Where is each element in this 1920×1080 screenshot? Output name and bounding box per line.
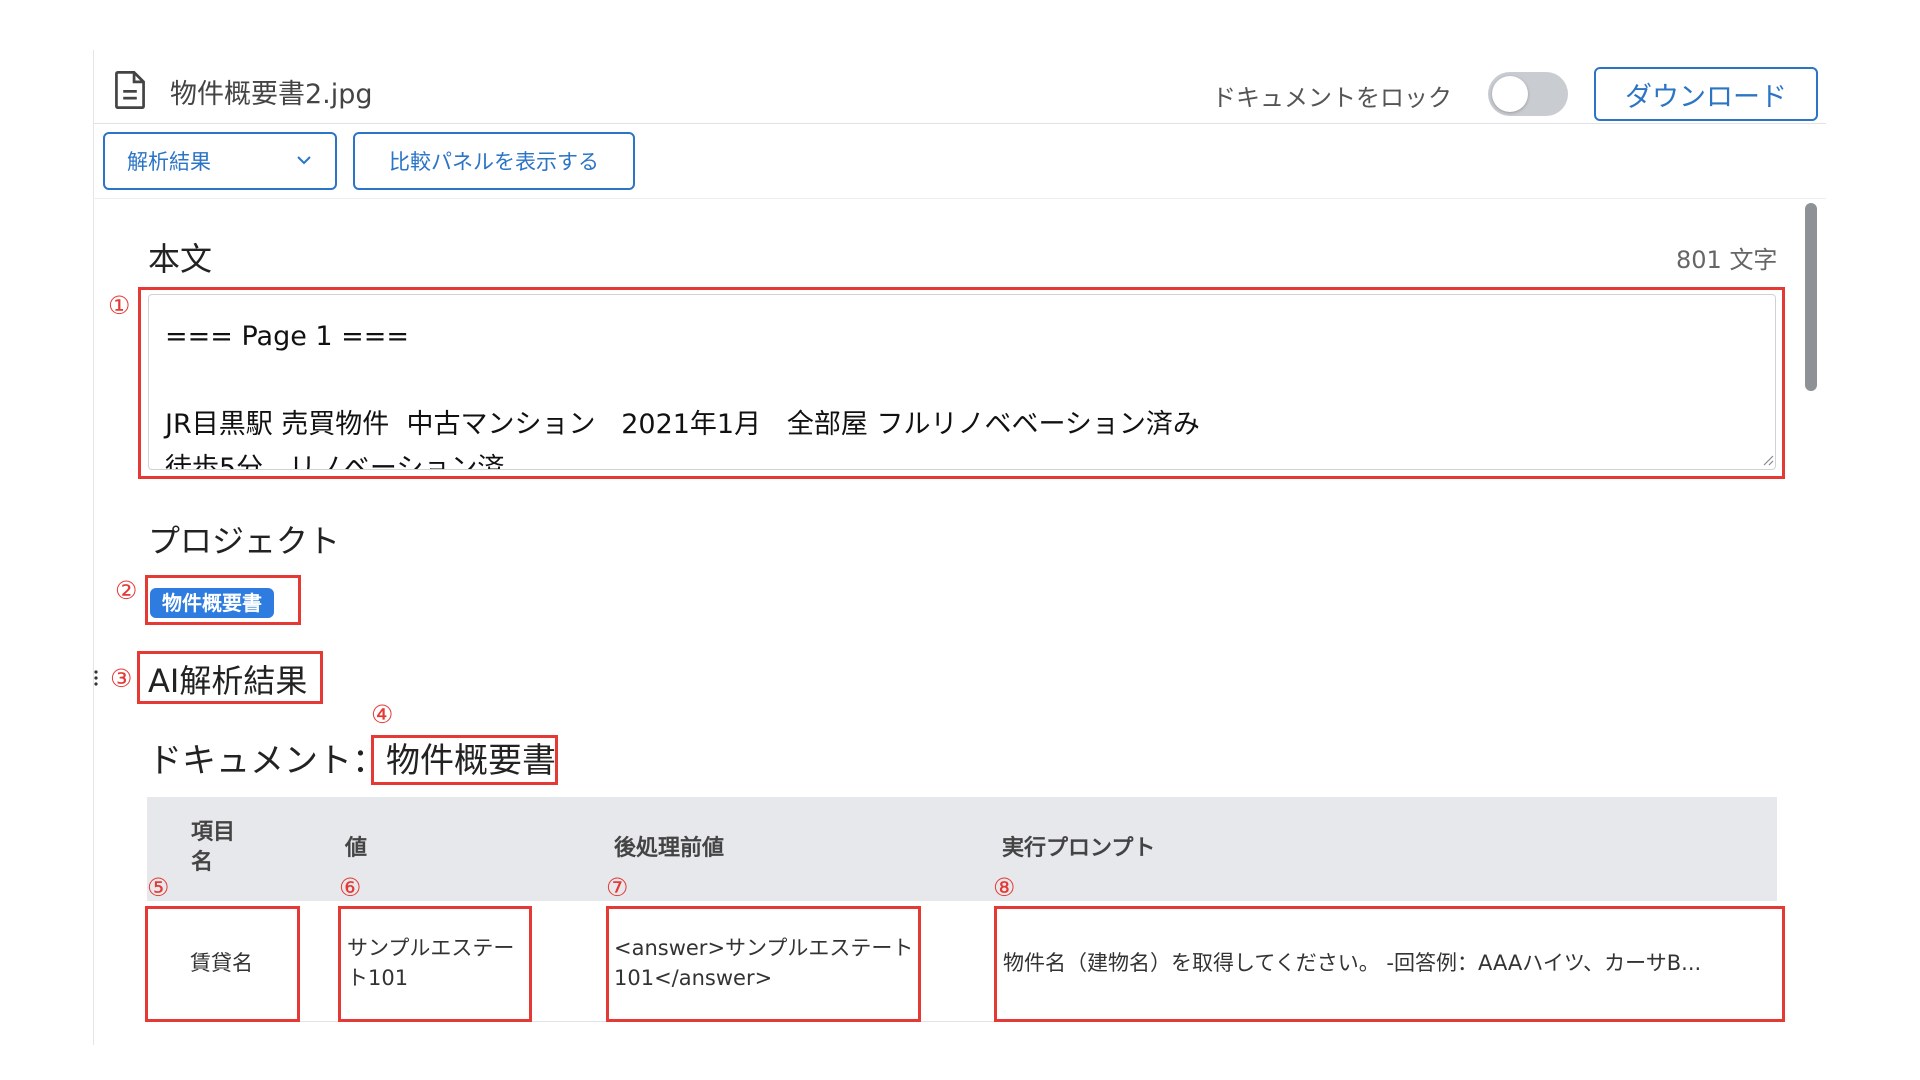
annotation-box-1 (138, 287, 1785, 479)
annotation-number-7: ⑦ (606, 873, 629, 902)
document-type-label: ドキュメント： (148, 741, 386, 781)
column-header-raw-value: 後処理前値 (614, 836, 725, 861)
annotation-number-2: ② (115, 576, 138, 605)
column-header-item-name: 項目 名 (191, 820, 236, 875)
annotation-number-8: ⑧ (993, 873, 1016, 902)
view-select-value: 解析結果 (127, 150, 211, 174)
header-divider (93, 123, 1826, 124)
annotation-box-4 (371, 735, 558, 785)
column-header-value: 値 (345, 836, 368, 861)
project-heading: プロジェクト (148, 522, 341, 560)
annotation-box-6 (338, 906, 532, 1022)
body-text-heading: 本文 (148, 240, 213, 278)
toolbar-divider (93, 198, 1826, 199)
lock-document-label: ドキュメントをロック (1212, 84, 1452, 112)
view-select[interactable]: 解析結果 (103, 132, 337, 190)
annotation-number-3: ③ (110, 664, 133, 693)
annotation-box-8 (994, 906, 1785, 1022)
lock-document-toggle[interactable] (1488, 72, 1568, 116)
annotation-number-6: ⑥ (339, 873, 362, 902)
annotation-box-3 (137, 651, 323, 704)
table-header (147, 797, 1777, 901)
chevron-down-icon (297, 156, 311, 165)
char-count: 801 文字 (1676, 246, 1778, 274)
annotation-number-5: ⑤ (147, 873, 170, 902)
scrollbar-thumb[interactable] (1805, 203, 1817, 391)
content-left-border (93, 50, 94, 1045)
toggle-knob (1492, 76, 1528, 112)
document-icon (115, 71, 145, 109)
show-compare-panel-button[interactable]: 比較パネルを表示する (353, 132, 635, 190)
annotation-number-1: ① (108, 291, 131, 320)
column-header-prompt: 実行プロンプト (1002, 836, 1156, 861)
annotation-box-2 (145, 575, 301, 625)
annotation-box-7 (606, 906, 921, 1022)
annotation-box-5 (145, 906, 300, 1022)
drag-handle-icon[interactable] (93, 668, 99, 688)
file-name: 物件概要書2.jpg (170, 79, 373, 110)
annotation-number-4: ④ (371, 700, 394, 729)
download-button[interactable]: ダウンロード (1594, 67, 1818, 121)
